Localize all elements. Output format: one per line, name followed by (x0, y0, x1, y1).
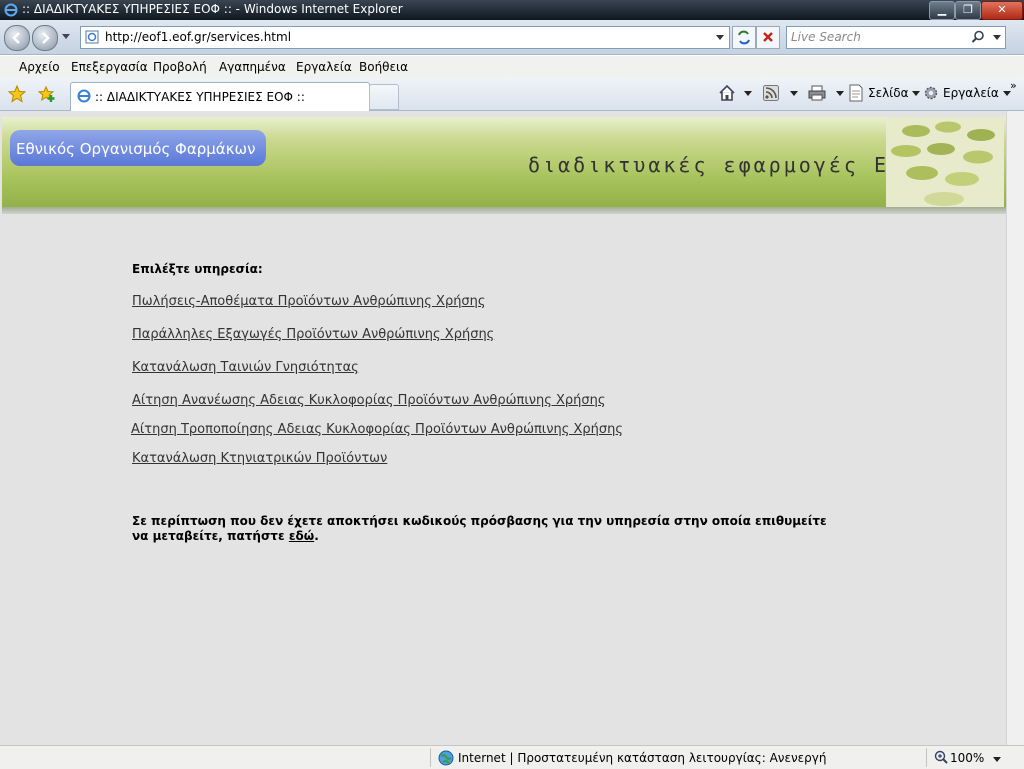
status-bar: Internet | Προστατευμένη κατάσταση λειτο… (0, 745, 1024, 769)
window-title-bar: :: ΔΙΑΔΙΚΤΥΑΚΕΣ ΥΠΗΡΕΣΙΕΣ ΕΟΦ :: - Windo… (0, 0, 1024, 20)
add-favorite-icon[interactable] (38, 85, 56, 103)
notice-end: . (314, 529, 319, 543)
feeds-dropdown-icon[interactable] (790, 91, 798, 96)
search-placeholder: Live Search (791, 30, 861, 44)
service-link-license-renewal[interactable]: Αίτηση Ανανέωσης Αδειας Κυκλοφορίας Προϊ… (132, 393, 606, 408)
address-toolbar: http://eof1.eof.gr/services.html Live Se… (0, 20, 1024, 55)
tab-page-icon (77, 89, 91, 103)
recent-pages-dropdown[interactable] (62, 34, 70, 39)
page-menu-label: Σελίδα (868, 86, 909, 100)
chevron-more-icon[interactable]: » (1010, 79, 1017, 92)
service-link-veterinary-products[interactable]: Κατανάλωση Κτηνιατρικών Προϊόντων (132, 451, 387, 466)
url-text[interactable]: http://eof1.eof.gr/services.html (105, 30, 291, 44)
tools-gear-icon (924, 86, 938, 100)
access-codes-notice: Σε περίπτωση που δεν έχετε αποκτήσει κωδ… (132, 514, 832, 544)
service-link-license-modification[interactable]: Αίτηση Τροποποίησης Αδειας Κυκλοφορίας Π… (131, 422, 623, 437)
forward-button[interactable] (32, 25, 58, 51)
maximize-button[interactable]: ❐ (955, 1, 981, 20)
status-divider (430, 748, 431, 767)
address-dropdown-icon[interactable] (716, 35, 724, 40)
forward-arrow-icon (42, 32, 50, 44)
print-icon[interactable] (808, 85, 826, 101)
back-button[interactable] (4, 25, 30, 51)
menu-tools[interactable]: Εργαλεία (296, 60, 352, 74)
favorites-star-icon[interactable] (8, 85, 26, 103)
org-name: Εθνικός Οργανισμός Φαρμάκων (16, 140, 256, 158)
search-options-dropdown[interactable] (993, 35, 1001, 40)
select-service-heading: Επιλέξτε υπηρεσία: (132, 262, 263, 276)
zoom-icon[interactable] (934, 750, 948, 764)
tab-services[interactable]: :: ΔΙΑΔΙΚΤΥΑΚΕΣ ΥΠΗΡΕΣΙΕΣ ΕΟΦ :: (70, 82, 370, 111)
refresh-icon (738, 30, 750, 45)
service-link-parallel-exports[interactable]: Παράλληλες Εξαγωγές Προϊόντων Ανθρώπινης… (132, 327, 494, 342)
service-link-authenticity-strips[interactable]: Κατανάλωση Ταινιών Γνησιότητας (132, 360, 359, 375)
ie-icon (4, 3, 18, 17)
print-dropdown-icon[interactable] (836, 91, 844, 96)
minimize-button[interactable]: ▁ (929, 1, 955, 20)
home-dropdown-icon[interactable] (744, 91, 752, 96)
notice-text: Σε περίπτωση που δεν έχετε αποκτήσει κωδ… (132, 514, 827, 543)
vertical-scrollbar[interactable] (1006, 111, 1024, 745)
site-slogan: διαδικτυακές εφαρμογές ΕΟΦ (528, 153, 920, 177)
service-link-sales-stocks[interactable]: Πωλήσεις-Αποθέματα Προϊόντων Ανθρώπινης … (132, 294, 486, 309)
new-tab-button[interactable] (369, 84, 399, 110)
close-window-button[interactable]: ✕ (981, 1, 1023, 20)
page-menu-dropdown-icon (912, 91, 921, 96)
page-icon (85, 30, 99, 44)
home-icon[interactable] (718, 84, 736, 102)
menu-view[interactable]: Προβολή (153, 60, 207, 74)
pills-image (886, 117, 1004, 207)
menu-help[interactable]: Βοήθεια (359, 60, 408, 74)
stop-icon (763, 32, 773, 42)
menu-edit[interactable]: Επεξεργασία (71, 60, 148, 74)
search-icon[interactable] (971, 30, 985, 44)
search-field[interactable]: Live Search (786, 26, 1006, 49)
here-link[interactable]: εδώ (289, 529, 314, 543)
menu-file[interactable]: Αρχείο (19, 60, 60, 74)
page-menu[interactable]: Σελίδα (868, 86, 921, 100)
address-field[interactable]: http://eof1.eof.gr/services.html (80, 26, 730, 49)
globe-icon (438, 750, 454, 766)
stop-button[interactable] (756, 26, 780, 49)
menu-favorites[interactable]: Αγαπημένα (219, 60, 286, 74)
tab-title: :: ΔΙΑΔΙΚΤΥΑΚΕΣ ΥΠΗΡΕΣΙΕΣ ΕΟΦ :: (95, 90, 305, 104)
back-arrow-icon (12, 32, 20, 44)
security-zone-text: Internet | Προστατευμένη κατάσταση λειτο… (458, 751, 827, 765)
page-menu-icon (849, 84, 863, 102)
zoom-level[interactable]: 100% (950, 751, 984, 765)
menu-bar: Αρχείο Επεξεργασία Προβολή Αγαπημένα Εργ… (0, 56, 1024, 79)
window-title: :: ΔΙΑΔΙΚΤΥΑΚΕΣ ΥΠΗΡΕΣΙΕΣ ΕΟΦ :: - Windo… (22, 2, 403, 16)
refresh-button[interactable] (732, 26, 756, 49)
tab-bar: :: ΔΙΑΔΙΚΤΥΑΚΕΣ ΥΠΗΡΕΣΙΕΣ ΕΟΦ :: Σελίδα … (0, 78, 1024, 111)
tools-menu-label: Εργαλεία (943, 86, 999, 100)
tools-menu[interactable]: Εργαλεία (943, 86, 1011, 100)
status-divider (926, 748, 927, 767)
feeds-icon[interactable] (763, 85, 779, 101)
zoom-dropdown-icon[interactable] (993, 757, 1001, 762)
page-content: Εθνικός Οργανισμός Φαρμάκων διαδικτυακές… (0, 111, 1006, 745)
banner-divider (2, 207, 1006, 214)
